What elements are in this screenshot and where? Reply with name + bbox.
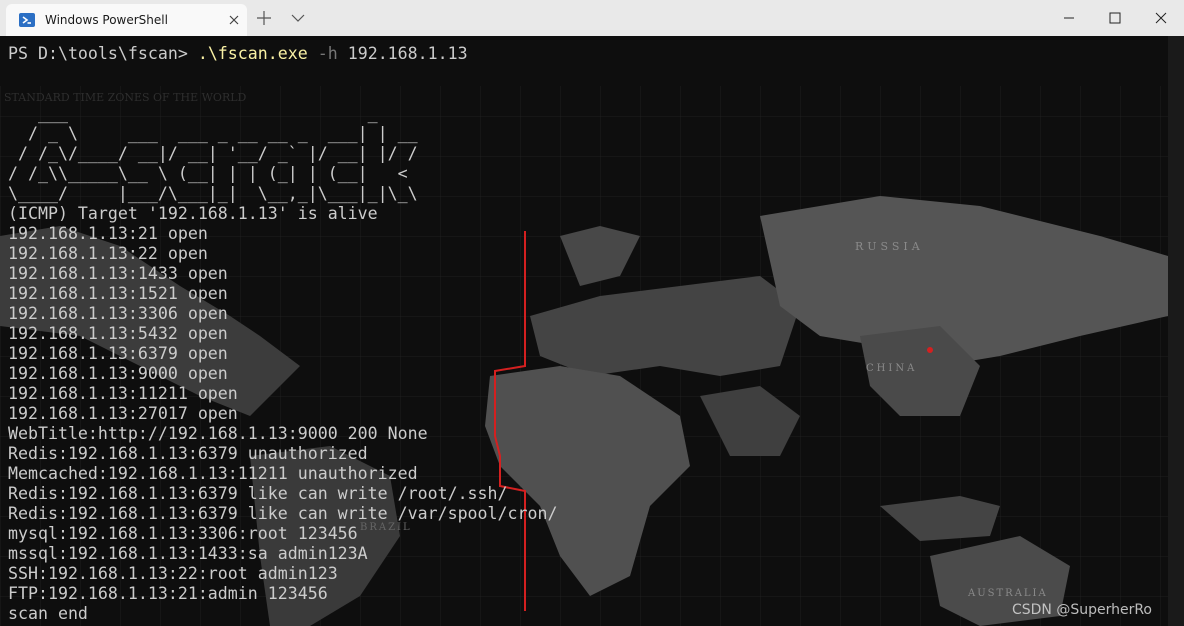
output-line: 192.168.1.13:11211 open — [8, 384, 238, 403]
banner-line: / /_\\_____\__ \ (__| | | (_| | (__| < — [8, 164, 408, 183]
banner-line: / _ \ ___ ___ _ __ __ _ ___| | __ — [8, 124, 418, 143]
output-line: SSH:192.168.1.13:22:root admin123 — [8, 564, 338, 583]
output-line: 192.168.1.13:3306 open — [8, 304, 228, 323]
output-line: Redis:192.168.1.13:6379 like can write /… — [8, 484, 508, 503]
banner-line: \____/ |___/\___|_| \__,_|\___|_|\_\ — [8, 184, 418, 203]
output-line: 192.168.1.13:9000 open — [8, 364, 228, 383]
watermark: CSDN @SuperherRo — [1011, 602, 1152, 618]
output-line: (ICMP) Target '192.168.1.13' is alive — [8, 204, 378, 223]
terminal-window: Windows PowerShell STANDARD TIME ZONES O… — [0, 0, 1184, 626]
output-line: 192.168.1.13:6379 open — [8, 344, 228, 363]
scrollbar[interactable] — [1168, 36, 1184, 626]
banner-line: ___ _ — [8, 104, 378, 123]
output-line: Memcached:192.168.1.13:11211 unauthorize… — [8, 464, 418, 483]
output-line: 192.168.1.13:5432 open — [8, 324, 228, 343]
output-line: Redis:192.168.1.13:6379 unauthorized — [8, 444, 368, 463]
chevron-down-icon[interactable] — [288, 8, 308, 28]
powershell-icon — [19, 13, 35, 27]
tab-title: Windows PowerShell — [45, 13, 168, 27]
title-bar[interactable]: Windows PowerShell — [0, 0, 1184, 36]
terminal-pane[interactable]: STANDARD TIME ZONES OF THE WORLD RUSSIA … — [0, 36, 1168, 626]
blank-gap — [8, 64, 1168, 104]
prompt-path: PS D:\tools\fscan> — [8, 44, 198, 63]
output-line: mysql:192.168.1.13:3306:root 123456 — [8, 524, 358, 543]
output-line: 192.168.1.13:21 open — [8, 224, 208, 243]
terminal-text: PS D:\tools\fscan> .\fscan.exe -h 192.16… — [8, 44, 1168, 626]
banner-line: / /_\/____/ __|/ __| '__/ _` |/ __| |/ / — [8, 144, 418, 163]
prompt-argument: 192.168.1.13 — [347, 44, 468, 63]
maximize-icon[interactable] — [1092, 0, 1138, 36]
output-line: 192.168.1.13:1521 open — [8, 284, 228, 303]
close-window-icon[interactable] — [1138, 0, 1184, 36]
output-line: scan end — [8, 604, 88, 623]
output-line: WebTitle:http://192.168.1.13:9000 200 No… — [8, 424, 428, 443]
close-tab-icon[interactable] — [224, 10, 244, 30]
minimize-icon[interactable] — [1046, 0, 1092, 36]
output-line: 192.168.1.13:22 open — [8, 244, 208, 263]
prompt-line: PS D:\tools\fscan> .\fscan.exe -h 192.16… — [8, 44, 1168, 64]
output-line: FTP:192.168.1.13:21:admin 123456 — [8, 584, 328, 603]
output-line: 192.168.1.13:1433 open — [8, 264, 228, 283]
new-tab-plus-icon[interactable] — [254, 8, 274, 28]
prompt-command: .\fscan.exe — [197, 44, 308, 63]
output-line: Redis:192.168.1.13:6379 like can write /… — [8, 504, 558, 523]
output-line: mssql:192.168.1.13:1433:sa admin123A — [8, 544, 368, 563]
tab-powershell[interactable]: Windows PowerShell — [6, 4, 247, 36]
prompt-flag: -h — [317, 44, 338, 63]
output-line: 192.168.1.13:27017 open — [8, 404, 238, 423]
